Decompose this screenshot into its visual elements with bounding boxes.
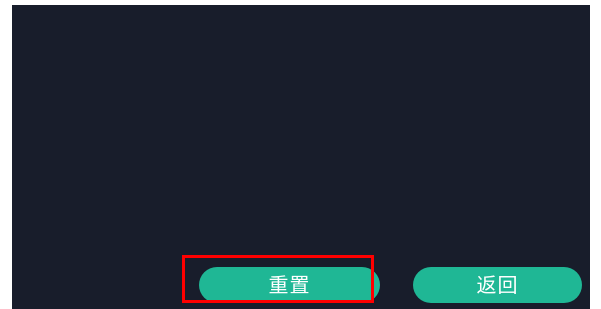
reset-button[interactable]: 重置 (199, 267, 380, 303)
back-button[interactable]: 返回 (413, 267, 582, 303)
back-button-label: 返回 (476, 273, 519, 297)
dark-panel: 重置 返回 (12, 5, 590, 309)
reset-button-label: 重置 (268, 273, 311, 297)
